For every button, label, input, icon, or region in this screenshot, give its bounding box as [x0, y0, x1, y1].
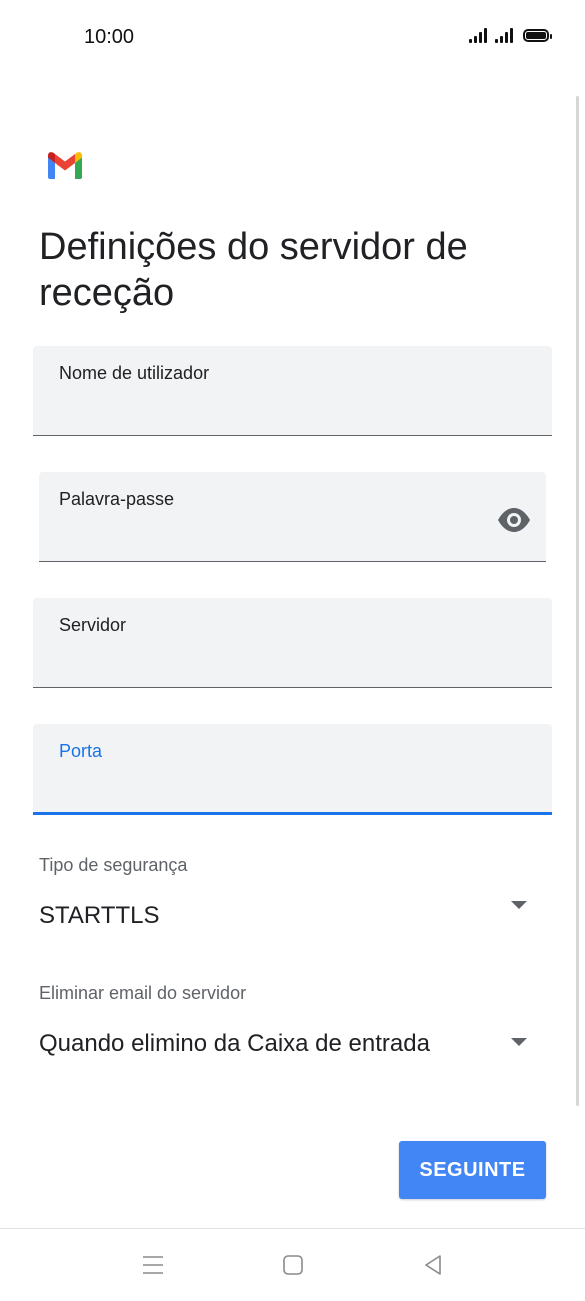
server-label: Servidor [59, 615, 127, 635]
password-field[interactable]: Palavra-passe [39, 472, 546, 562]
page-title: Definições do servidor de receção [39, 226, 468, 314]
dropdown-arrow-icon[interactable] [511, 901, 527, 909]
username-input[interactable] [59, 404, 492, 427]
password-label: Palavra-passe [59, 489, 175, 509]
eye-icon[interactable] [496, 502, 532, 538]
port-input[interactable] [59, 781, 492, 804]
port-field[interactable]: Porta [33, 724, 552, 815]
next-button[interactable]: SEGUINTE [399, 1141, 546, 1199]
signal-icon [495, 27, 513, 43]
delete-email-select[interactable]: Quando elimino da Caixa de entrada [39, 1030, 430, 1058]
back-icon[interactable] [419, 1251, 447, 1279]
battery-icon [523, 28, 552, 42]
username-label: Nome de utilizador [59, 363, 210, 383]
security-type-label: Tipo de segurança [39, 855, 188, 875]
server-input[interactable] [59, 656, 492, 679]
scrollbar[interactable] [576, 96, 579, 1106]
gmail-logo [48, 152, 82, 179]
navigation-bar [0, 1228, 585, 1301]
password-input[interactable] [59, 530, 486, 553]
status-icons [469, 27, 552, 43]
server-field[interactable]: Servidor [33, 598, 552, 688]
port-label: Porta [59, 741, 103, 761]
security-type-select[interactable]: STARTTLS [39, 902, 159, 930]
signal-icon [469, 27, 487, 43]
status-bar: 10:00 [0, 0, 585, 76]
status-time: 10:00 [84, 26, 135, 48]
menu-icon[interactable] [139, 1251, 167, 1279]
delete-email-label: Eliminar email do servidor [39, 983, 247, 1003]
home-icon[interactable] [279, 1251, 307, 1279]
username-field[interactable]: Nome de utilizador [33, 346, 552, 436]
dropdown-arrow-icon[interactable] [511, 1038, 527, 1046]
